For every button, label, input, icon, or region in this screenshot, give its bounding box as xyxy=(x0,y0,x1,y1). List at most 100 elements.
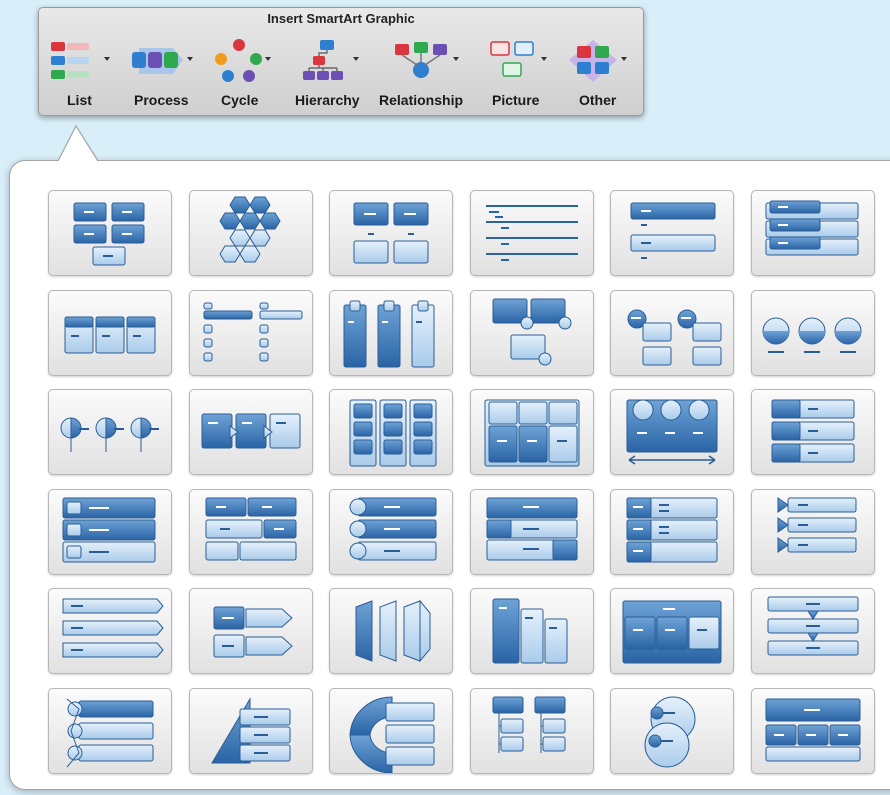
process-dropdown-arrow xyxy=(187,57,193,61)
smartart-layout-thumbnail[interactable] xyxy=(610,588,734,674)
list-label: List xyxy=(67,92,92,108)
smartart-layout-thumbnail[interactable] xyxy=(329,190,453,276)
smartart-layout-thumbnail[interactable] xyxy=(329,488,453,575)
smartart-layout-thumbnail[interactable] xyxy=(610,687,734,774)
smartart-layout-thumbnail[interactable] xyxy=(610,389,734,475)
layout-diagram-icon xyxy=(485,205,578,261)
smartart-layout-thumbnail[interactable] xyxy=(329,289,453,376)
picture-dropdown-arrow xyxy=(541,57,547,61)
smartart-layout-thumbnail[interactable] xyxy=(750,488,875,575)
smartart-layout-thumbnail[interactable] xyxy=(188,687,313,774)
picture-category-button[interactable]: Picture xyxy=(485,36,557,112)
layout-diagram-icon xyxy=(355,599,431,663)
smartart-layout-thumbnail[interactable] xyxy=(329,687,453,774)
relationship-label: Relationship xyxy=(379,92,464,108)
layout-diagram-icon xyxy=(218,196,281,263)
smartart-layout-thumbnail[interactable] xyxy=(750,389,875,475)
hierarchy-label: Hierarchy xyxy=(295,92,360,108)
layout-diagram-icon xyxy=(777,496,856,553)
smartart-layout-thumbnail[interactable] xyxy=(48,687,172,774)
layout-diagram-icon xyxy=(492,598,567,664)
layout-diagram-icon xyxy=(644,696,696,767)
smartart-layout-thumbnail[interactable] xyxy=(750,190,875,276)
layout-diagram-icon xyxy=(630,202,716,259)
picture-label: Picture xyxy=(492,92,540,108)
layout-diagram-icon xyxy=(626,497,718,562)
layout-diagram-icon xyxy=(203,302,302,361)
smartart-layout-thumbnail[interactable] xyxy=(469,190,594,276)
smartart-layout-thumbnail[interactable] xyxy=(750,289,875,376)
layout-diagram-icon xyxy=(349,399,437,467)
layout-diagram-icon xyxy=(343,300,435,367)
smartart-layout-thumbnail[interactable] xyxy=(48,488,172,575)
toolbar-title: Insert SmartArt Graphic xyxy=(267,11,415,26)
process-icon xyxy=(132,48,183,74)
smartart-layout-thumbnail[interactable] xyxy=(48,289,172,376)
layout-diagram-icon xyxy=(492,696,565,753)
list-icon xyxy=(51,42,89,79)
layout-diagram-icon xyxy=(353,202,429,264)
layout-diagram-icon xyxy=(627,309,722,365)
layout-diagram-icon xyxy=(213,606,293,658)
layout-diagram-icon xyxy=(765,200,858,256)
hierarchy-category-button[interactable]: Hierarchy xyxy=(291,36,371,112)
smartart-layout-thumbnail[interactable] xyxy=(329,588,453,674)
process-category-button[interactable]: Process xyxy=(127,36,207,112)
smartart-layout-thumbnail[interactable] xyxy=(188,190,313,276)
relationship-dropdown-arrow xyxy=(453,57,459,61)
smartart-layout-thumbnail[interactable] xyxy=(750,687,875,774)
cycle-label: Cycle xyxy=(221,92,259,108)
picture-icon xyxy=(490,41,534,77)
layout-diagram-icon xyxy=(66,698,154,767)
layout-diagram-icon xyxy=(62,497,156,562)
smartart-layout-thumbnail[interactable] xyxy=(469,687,594,774)
cycle-category-button[interactable]: Cycle xyxy=(207,36,281,112)
list-category-button[interactable]: List xyxy=(45,36,117,112)
smartart-layout-thumbnail[interactable] xyxy=(188,588,313,674)
smartart-layout-thumbnail[interactable] xyxy=(469,389,594,475)
cycle-icon xyxy=(215,39,262,82)
relationship-icon xyxy=(395,42,447,78)
layout-diagram-icon xyxy=(210,696,290,763)
other-icon xyxy=(569,40,617,82)
layout-diagram-icon xyxy=(765,698,860,761)
layout-diagram-icon xyxy=(492,298,571,365)
hierarchy-dropdown-arrow xyxy=(353,57,359,61)
hierarchy-icon xyxy=(303,40,343,80)
layout-diagram-icon xyxy=(349,497,437,560)
smartart-layout-thumbnail[interactable] xyxy=(610,190,734,276)
smartart-layout-thumbnail[interactable] xyxy=(188,488,313,575)
smartart-layout-thumbnail[interactable] xyxy=(48,588,172,674)
smartart-layout-thumbnail[interactable] xyxy=(469,289,594,376)
layout-diagram-icon xyxy=(73,202,145,266)
layout-diagram-icon xyxy=(626,399,718,465)
layout-diagram-icon xyxy=(484,399,579,467)
layout-diagram-icon xyxy=(60,417,159,452)
smartart-layout-thumbnail[interactable] xyxy=(48,190,172,276)
layout-diagram-icon xyxy=(349,695,435,773)
relationship-category-button[interactable]: Relationship xyxy=(375,36,475,112)
smartart-layout-thumbnail[interactable] xyxy=(188,289,313,376)
smartart-layout-thumbnail[interactable] xyxy=(469,588,594,674)
smartart-layout-thumbnail[interactable] xyxy=(329,389,453,475)
smartart-layout-thumbnail[interactable] xyxy=(469,488,594,575)
smartart-layout-thumbnail[interactable] xyxy=(610,289,734,376)
layout-diagram-icon xyxy=(622,600,722,664)
other-dropdown-arrow xyxy=(621,57,627,61)
layout-diagram-icon xyxy=(762,317,861,353)
layout-diagram-icon xyxy=(64,316,156,353)
cycle-dropdown-arrow xyxy=(265,57,271,61)
smartart-layout-thumbnail[interactable] xyxy=(48,389,172,475)
smartart-toolbar: Insert SmartArt Graphic List Process Cyc… xyxy=(38,7,644,116)
smartart-layout-thumbnail[interactable] xyxy=(750,588,875,674)
smartart-layout-thumbnail[interactable] xyxy=(188,389,313,475)
layout-diagram-icon xyxy=(771,399,854,463)
list-dropdown-arrow xyxy=(104,57,110,61)
layout-diagram-icon xyxy=(486,497,577,560)
other-label: Other xyxy=(579,92,617,108)
process-label: Process xyxy=(134,92,189,108)
other-category-button[interactable]: Other xyxy=(567,36,639,112)
layout-diagram-icon xyxy=(62,598,164,658)
layout-diagram-icon xyxy=(767,596,858,656)
smartart-layout-thumbnail[interactable] xyxy=(610,488,734,575)
